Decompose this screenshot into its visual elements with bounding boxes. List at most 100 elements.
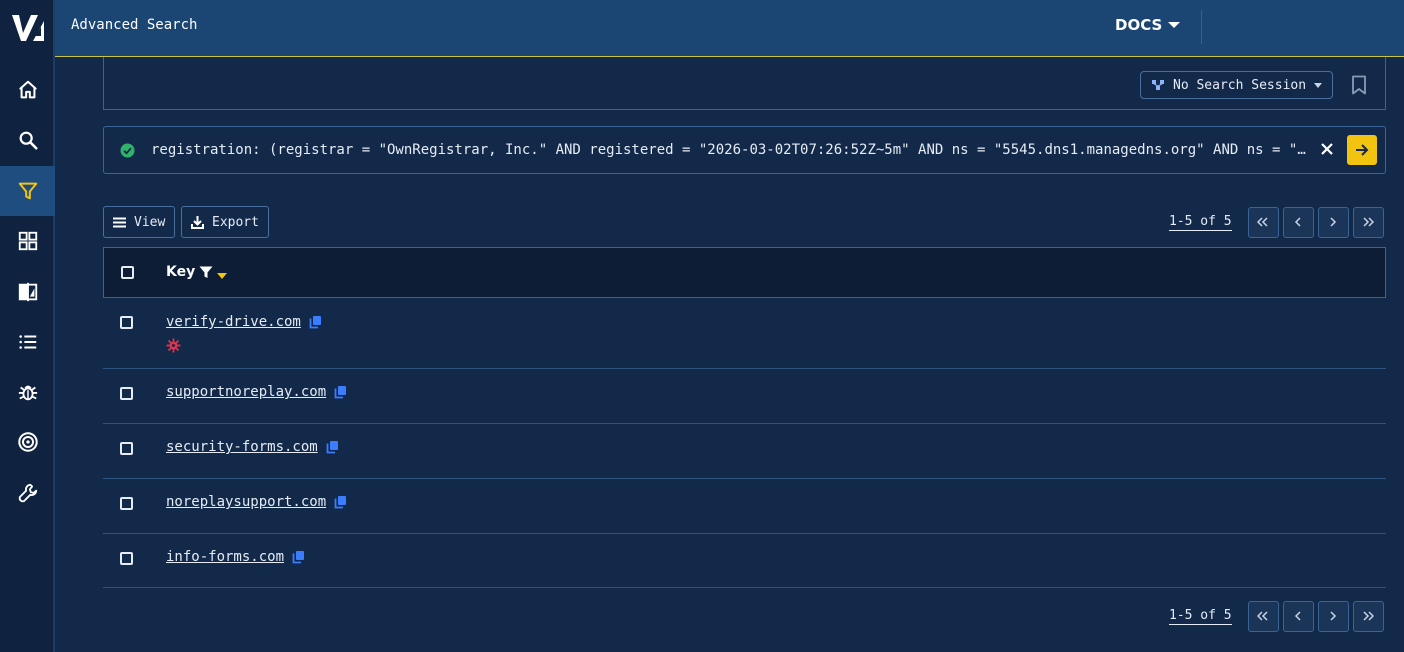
bug-icon: [18, 385, 37, 401]
row-checkbox[interactable]: [120, 316, 133, 329]
page-title: Advanced Search: [71, 17, 198, 33]
chevron-left-icon: [1295, 217, 1301, 227]
nav-compare[interactable]: [0, 267, 55, 317]
domain-name[interactable]: info-forms.com: [166, 549, 284, 565]
view-label: View: [134, 214, 166, 230]
copy-icon[interactable]: [334, 385, 347, 399]
nav-malware[interactable]: [0, 367, 55, 417]
logo-mark: [11, 15, 44, 41]
filter-icon[interactable]: [199, 266, 213, 279]
next-page-button[interactable]: [1317, 206, 1349, 238]
chevrons-left-icon: [1257, 611, 1268, 621]
app-logo[interactable]: [0, 0, 55, 56]
chevron-left-icon: [1295, 611, 1301, 621]
docs-menu[interactable]: DOCS: [1115, 16, 1181, 34]
row-checkbox[interactable]: [120, 442, 133, 455]
domain-name[interactable]: security-forms.com: [166, 439, 318, 455]
domain-link[interactable]: verify-drive.com: [166, 314, 322, 330]
search-icon: [19, 131, 38, 150]
table-row: security-forms.com: [103, 424, 1386, 479]
column-key-label: Key: [166, 264, 196, 280]
view-button[interactable]: View: [103, 206, 176, 238]
target-icon: [17, 432, 38, 452]
table-header: Key: [103, 247, 1386, 298]
domain-link[interactable]: supportnoreplay.com: [166, 384, 347, 400]
domain-link[interactable]: security-forms.com: [166, 439, 339, 455]
nav-list[interactable]: [0, 317, 55, 367]
copy-icon[interactable]: [292, 550, 305, 564]
grid-icon: [18, 231, 37, 251]
query-valid-icon: [120, 143, 135, 162]
sidebar: [0, 0, 55, 652]
prev-page-button[interactable]: [1282, 206, 1314, 238]
next-page-button[interactable]: [1317, 600, 1349, 632]
close-icon: [1321, 143, 1333, 155]
clear-query-button[interactable]: [1321, 139, 1333, 160]
chevron-right-icon: [1330, 217, 1337, 227]
run-query-button[interactable]: [1347, 135, 1377, 165]
pager-count: 1-5 of 5: [1169, 213, 1232, 231]
nav-home[interactable]: [0, 65, 55, 115]
header-divider: [1201, 10, 1202, 44]
export-label: Export: [212, 214, 259, 230]
table-row: noreplaysupport.com: [103, 479, 1386, 534]
column-header-key[interactable]: Key: [166, 264, 228, 280]
last-page-button[interactable]: [1352, 600, 1384, 632]
copy-icon[interactable]: [309, 315, 322, 329]
export-button[interactable]: Export: [181, 206, 269, 238]
chevrons-right-icon: [1363, 217, 1375, 227]
nav-advanced-search[interactable]: [0, 166, 55, 216]
query-bar: registration: (registrar = "OwnRegistrar…: [103, 126, 1386, 174]
domain-name[interactable]: supportnoreplay.com: [166, 384, 326, 400]
table-row: supportnoreplay.com: [103, 369, 1386, 424]
session-label: No Search Session: [1173, 77, 1307, 93]
check-circle-icon: [120, 143, 135, 158]
search-session-button[interactable]: No Search Session: [1140, 71, 1333, 99]
domain-link[interactable]: noreplaysupport.com: [166, 494, 347, 510]
chevrons-left-icon: [1257, 217, 1268, 227]
first-page-button[interactable]: [1247, 600, 1279, 632]
select-all-checkbox[interactable]: [121, 266, 134, 279]
row-checkbox[interactable]: [120, 387, 133, 400]
last-page-button[interactable]: [1352, 206, 1384, 238]
domain-name[interactable]: verify-drive.com: [166, 314, 301, 330]
wrench-icon: [18, 483, 37, 503]
compare-icon: [18, 282, 37, 302]
caret-down-icon: [1168, 22, 1181, 28]
chevron-down-icon: [1314, 82, 1323, 88]
query-input[interactable]: registration: (registrar = "OwnRegistrar…: [151, 142, 1311, 158]
nav-target[interactable]: [0, 417, 55, 467]
pager-count: 1-5 of 5: [1169, 607, 1232, 625]
home-icon: [18, 80, 37, 99]
sort-desc-icon[interactable]: [217, 273, 228, 279]
download-icon: [191, 215, 204, 229]
prev-page-button[interactable]: [1282, 600, 1314, 632]
nav-search[interactable]: [0, 115, 55, 165]
docs-label: DOCS: [1115, 16, 1163, 34]
bookmark-button[interactable]: [1351, 75, 1367, 99]
malware-flag-icon: [166, 338, 181, 357]
bookmark-icon: [1352, 75, 1366, 95]
search-session-panel: No Search Session: [103, 57, 1386, 110]
pager-bottom: 1-5 of 5: [1169, 600, 1388, 632]
table-row: verify-drive.com: [103, 298, 1386, 369]
nav-dashboard[interactable]: [0, 216, 55, 266]
row-checkbox[interactable]: [120, 497, 133, 510]
filter-icon: [18, 182, 37, 200]
first-page-button[interactable]: [1247, 206, 1279, 238]
menu-icon: [113, 217, 126, 227]
top-header: Advanced Search DOCS: [55, 0, 1404, 57]
pager-top: 1-5 of 5: [1169, 206, 1388, 238]
table-row: info-forms.com: [103, 534, 1386, 588]
list-icon: [18, 335, 36, 349]
arrow-right-icon: [1356, 144, 1369, 156]
copy-icon[interactable]: [334, 495, 347, 509]
nav-tools[interactable]: [0, 468, 55, 518]
domain-name[interactable]: noreplaysupport.com: [166, 494, 326, 510]
domain-link[interactable]: info-forms.com: [166, 549, 305, 565]
session-icon: [1152, 80, 1164, 90]
chevrons-right-icon: [1363, 611, 1375, 621]
chevron-right-icon: [1330, 611, 1337, 621]
copy-icon[interactable]: [326, 440, 339, 454]
row-checkbox[interactable]: [120, 552, 133, 565]
